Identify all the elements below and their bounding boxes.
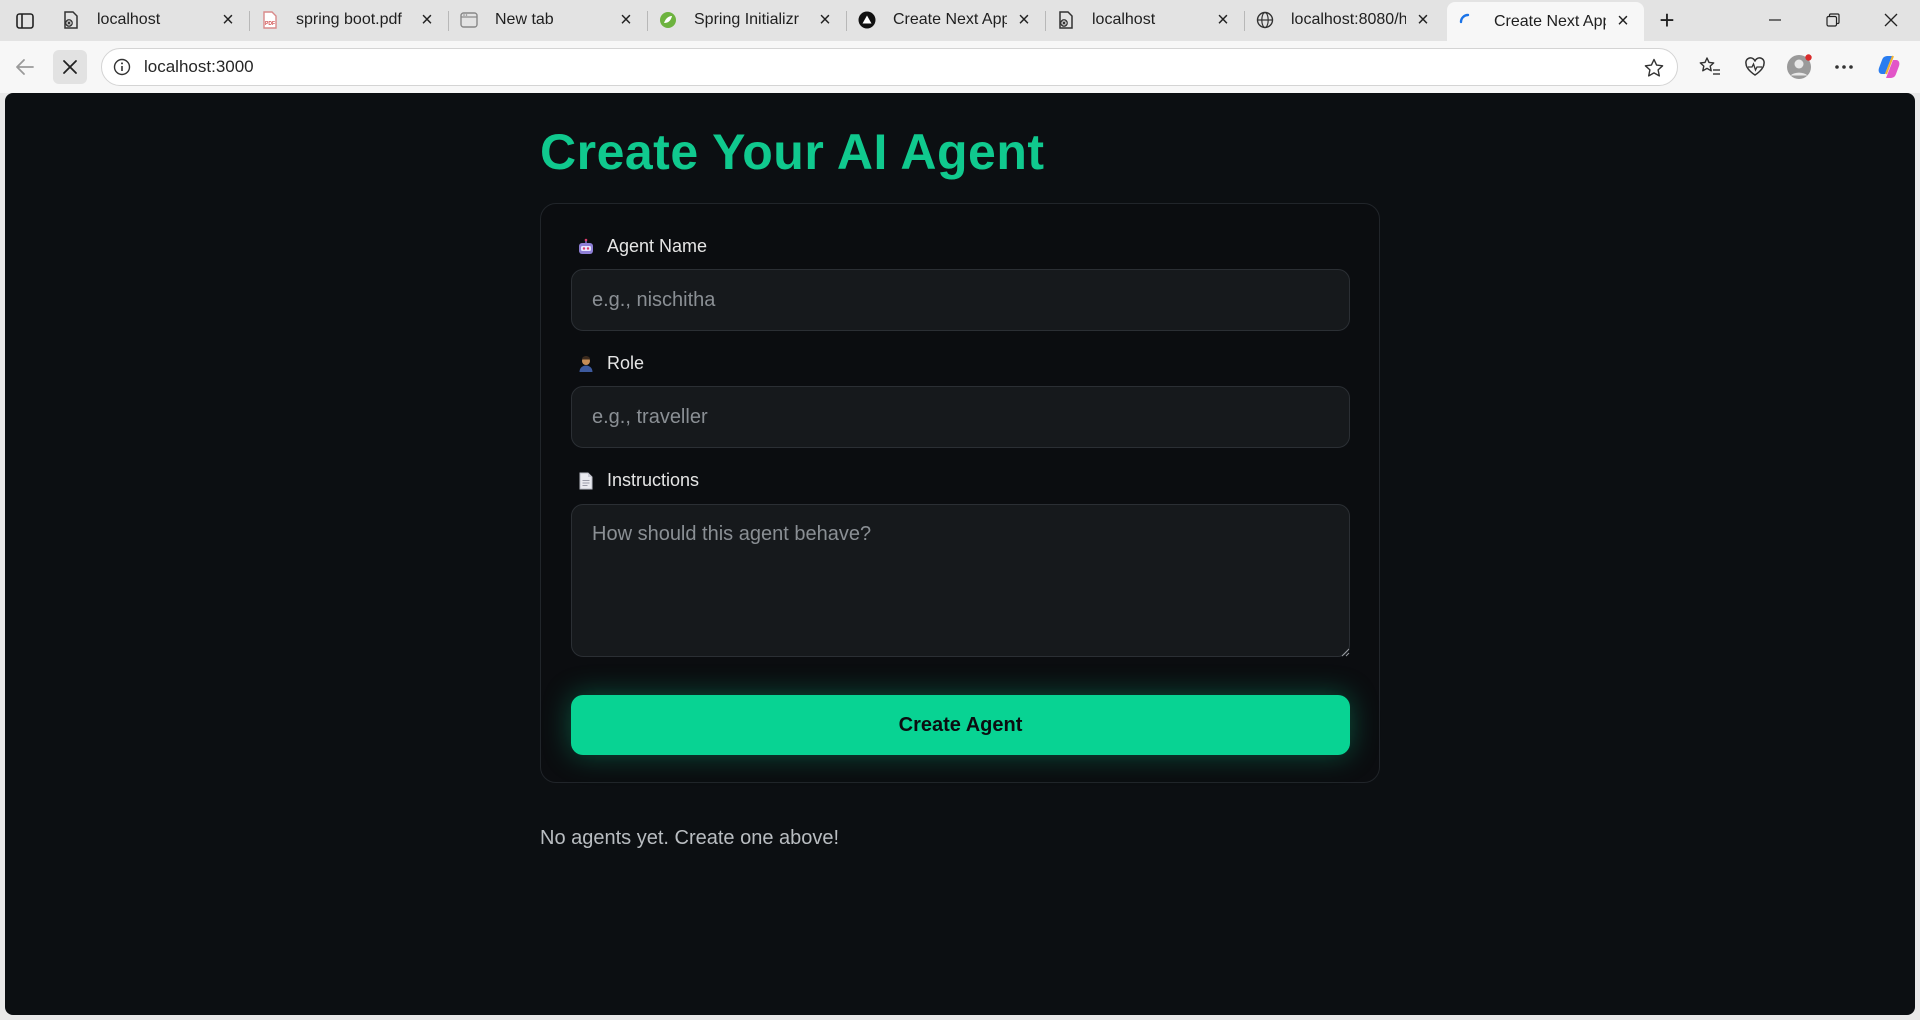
create-agent-button[interactable]: Create Agent — [571, 695, 1350, 755]
minimize-button[interactable] — [1752, 0, 1798, 40]
person-emoji-icon — [577, 355, 595, 373]
favorite-star-icon[interactable] — [1643, 57, 1665, 84]
globe-icon — [1256, 11, 1274, 29]
browser-toolbar: localhost:3000 — [0, 41, 1920, 93]
tab-title: Spring Initializr — [694, 11, 799, 28]
copilot-button[interactable] — [1872, 50, 1906, 84]
address-text[interactable]: localhost:3000 — [144, 57, 254, 77]
tab-title: Create Next App — [893, 11, 1007, 28]
minimize-icon — [1769, 19, 1781, 21]
tab-create-next-app-active[interactable]: Create Next App × — [1447, 2, 1644, 41]
resize-handle-icon[interactable] — [1341, 648, 1350, 657]
role-label: Role — [577, 353, 644, 374]
heart-pulse-icon — [1745, 57, 1765, 76]
role-input[interactable] — [571, 386, 1350, 448]
close-window-button[interactable] — [1868, 0, 1914, 40]
restore-icon — [1826, 13, 1840, 27]
tab-create-next-app-1[interactable]: Create Next App × — [846, 2, 1046, 38]
close-icon[interactable]: × — [1612, 10, 1634, 33]
tab-localhost-8080[interactable]: localhost:8080/hel × — [1244, 2, 1444, 38]
agent-form-card: Agent Name Role Instructions Create Agen… — [540, 203, 1380, 783]
robot-emoji-icon — [577, 238, 595, 256]
close-icon[interactable]: × — [1013, 9, 1035, 31]
spring-leaf-icon — [659, 11, 677, 29]
instructions-label-text: Instructions — [607, 470, 700, 490]
favorites-button[interactable] — [1693, 50, 1727, 84]
close-window-icon — [1884, 13, 1898, 27]
instructions-textarea[interactable] — [571, 504, 1350, 657]
page-error-icon — [1057, 11, 1075, 29]
close-icon[interactable]: × — [615, 9, 637, 31]
agent-name-label-text: Agent Name — [607, 236, 708, 256]
tab-title: localhost — [97, 11, 161, 28]
page-viewport: Create Your AI Agent Agent Name Role Ins… — [5, 93, 1915, 1015]
loading-spinner-icon — [1459, 13, 1477, 31]
back-button[interactable] — [8, 50, 42, 84]
site-info-icon[interactable] — [112, 57, 132, 77]
instructions-label: Instructions — [577, 470, 699, 491]
browser-essentials-button[interactable] — [1738, 50, 1772, 84]
tab-title: localhost — [1092, 11, 1156, 28]
tab-localhost-1[interactable]: localhost × — [50, 2, 250, 38]
pdf-icon: PDF — [261, 11, 279, 29]
page-error-icon — [62, 11, 80, 29]
tab-new-tab[interactable]: New tab × — [448, 2, 648, 38]
settings-more-button[interactable] — [1827, 50, 1861, 84]
tab-title: Create Next App — [1494, 12, 1606, 30]
close-icon[interactable]: × — [217, 9, 239, 31]
empty-state-message: No agents yet. Create one above! — [540, 827, 840, 849]
tab-spring-boot-pdf[interactable]: PDF spring boot.pdf × — [249, 2, 449, 38]
stop-loading-button[interactable] — [53, 50, 87, 84]
nextjs-icon — [858, 11, 876, 29]
stop-icon — [63, 60, 77, 74]
tab-title: spring boot.pdf — [296, 11, 402, 28]
back-arrow-icon — [16, 59, 34, 75]
close-icon[interactable]: × — [1412, 9, 1434, 31]
sidebar-toggle-icon — [16, 13, 34, 29]
address-bar[interactable]: localhost:3000 — [101, 48, 1678, 86]
tab-actions-button[interactable] — [10, 7, 40, 35]
profile-button[interactable] — [1782, 50, 1816, 84]
document-emoji-icon — [577, 472, 595, 490]
close-icon[interactable]: × — [416, 9, 438, 31]
new-tab-button[interactable]: + — [1651, 5, 1683, 35]
tab-spring-initializr[interactable]: Spring Initializr × — [647, 2, 847, 38]
tab-title: New tab — [495, 11, 554, 28]
new-tab-icon — [460, 11, 478, 29]
role-label-text: Role — [607, 353, 645, 373]
page-title: Create Your AI Agent — [540, 124, 1045, 180]
tab-title: localhost:8080/hel — [1291, 11, 1406, 28]
more-horizontal-icon — [1835, 65, 1853, 69]
agent-name-label: Agent Name — [577, 236, 707, 257]
restore-button[interactable] — [1810, 0, 1856, 40]
close-icon[interactable]: × — [1212, 9, 1234, 31]
close-icon[interactable]: × — [814, 9, 836, 31]
tab-localhost-2[interactable]: localhost × — [1045, 2, 1245, 38]
tab-strip: localhost × PDF spring boot.pdf × New ta… — [0, 0, 1920, 41]
copilot-icon — [1878, 55, 1900, 78]
avatar-icon — [1787, 54, 1812, 79]
svg-text:PDF: PDF — [265, 21, 275, 27]
agent-name-input[interactable] — [571, 269, 1350, 331]
favorites-list-icon — [1699, 57, 1720, 75]
